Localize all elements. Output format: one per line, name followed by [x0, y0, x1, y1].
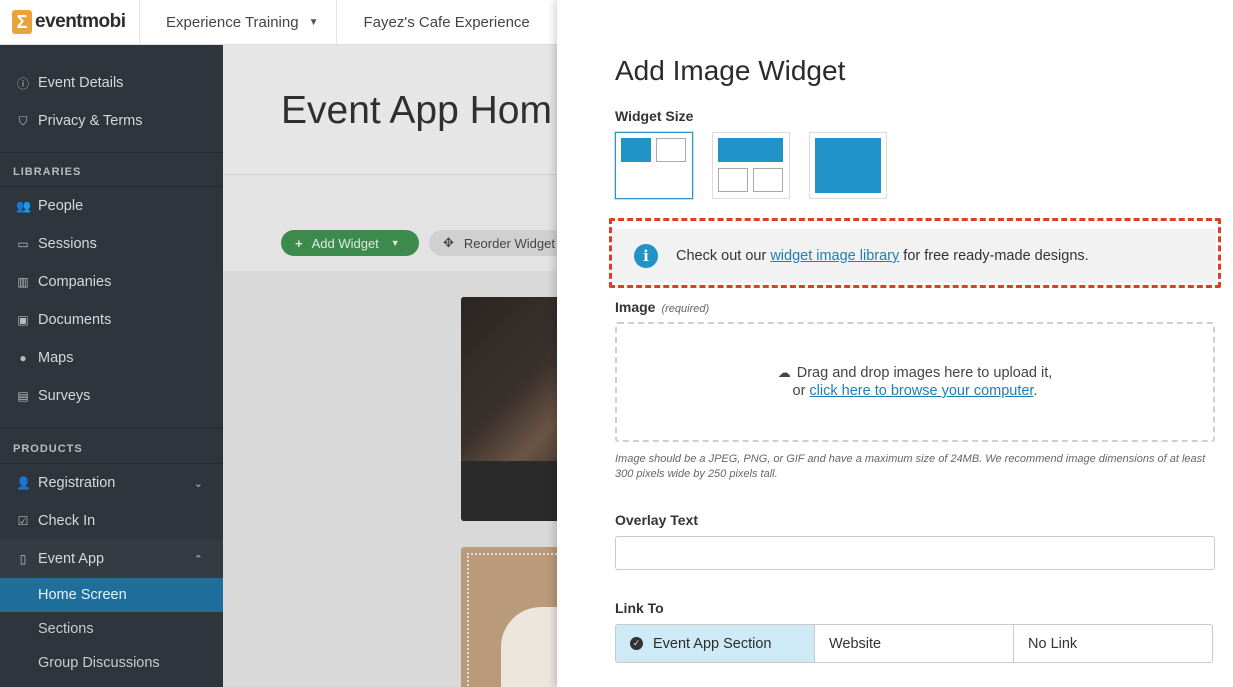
size-block — [815, 138, 881, 193]
mobile-icon: ▯ — [19, 552, 27, 566]
sidebar-item-label: Event App — [38, 551, 105, 567]
breadcrumb-organization[interactable]: Experience Training ▼ — [140, 0, 338, 45]
image-requirements-hint: Image should be a JPEG, PNG, or GIF and … — [615, 453, 1206, 480]
link-to-label: Link To — [615, 600, 664, 616]
sidebar-subitem-sections[interactable]: Sections — [0, 612, 223, 646]
move-icon: ✥ — [443, 235, 454, 250]
add-widget-button[interactable]: + Add Widget ▼ — [281, 230, 419, 256]
check-square-icon: ☑ — [17, 514, 29, 528]
clipboard-icon: ▤ — [17, 389, 29, 403]
link-to-selector: ✓ Event App Section Website No Link — [615, 624, 1213, 663]
dropzone-line-1: ☁ Drag and drop images here to upload it, — [778, 364, 1053, 382]
sidebar-item-surveys[interactable]: ▤ Surveys — [0, 377, 223, 415]
sidebar-item-check-in[interactable]: ☑ Check In — [0, 502, 223, 540]
breadcrumb-event[interactable]: Fayez's Cafe Experience — [337, 0, 547, 45]
sidebar: ⓘ Event Details ⛉ Privacy & Terms LIBRAR… — [0, 45, 223, 687]
browse-computer-link[interactable]: click here to browse your computer — [809, 383, 1033, 399]
link-option-website[interactable]: Website — [815, 625, 1014, 662]
shield-icon: ⛉ — [18, 113, 28, 128]
highlight-annotation — [609, 218, 1221, 288]
main-content: Event App Hom + Add Widget ▼ ✥ Reorder W… — [223, 45, 557, 687]
breadcrumb-label: Fayez's Cafe Experience — [363, 13, 530, 31]
sidebar-item-label: Registration — [38, 475, 116, 491]
link-option-label: Website — [829, 635, 882, 652]
link-option-event-app-section[interactable]: ✓ Event App Section — [616, 625, 815, 662]
widget-toolbar — [223, 175, 557, 271]
sidebar-item-label: Maps — [38, 350, 74, 366]
widget-size-large[interactable] — [809, 132, 887, 199]
sidebar-item-label: Event Details — [38, 75, 124, 91]
widget-footer — [461, 461, 557, 521]
sidebar-item-label: Check In — [38, 513, 96, 529]
widget-size-wide[interactable] — [712, 132, 790, 199]
caret-down-icon: ▼ — [308, 16, 319, 28]
logo-icon: Σ — [12, 10, 32, 34]
dropzone-line-2: or click here to browse your computer. — [793, 382, 1038, 400]
sidebar-item-registration[interactable]: 👤 Registration ⌄ — [0, 464, 223, 502]
map-pin-icon: ● — [19, 351, 27, 365]
image-dropzone[interactable]: ☁ Drag and drop images here to upload it,… — [615, 322, 1215, 442]
sidebar-item-documents[interactable]: ▣ Documents — [0, 301, 223, 339]
sidebar-item-label: Surveys — [38, 388, 91, 404]
users-icon: 👥 — [16, 199, 31, 213]
sidebar-item-event-details[interactable]: ⓘ Event Details — [0, 64, 223, 102]
overlay-text-label: Overlay Text — [615, 512, 699, 528]
info-circle-icon: ⓘ — [16, 76, 29, 91]
check-circle-icon: ✓ — [630, 637, 643, 650]
required-indicator: (required) — [661, 303, 710, 315]
sidebar-item-maps[interactable]: ● Maps — [0, 339, 223, 377]
sidebar-item-label: Sessions — [38, 236, 97, 252]
breadcrumb-label: Experience Training — [166, 13, 299, 31]
page-title: Event App Hom — [281, 89, 552, 132]
sidebar-subitem-home-screen[interactable]: Home Screen — [0, 578, 223, 612]
sidebar-subitem-group-discussions[interactable]: Group Discussions — [0, 646, 223, 680]
overlay-text-input[interactable] — [615, 536, 1215, 570]
chevron-up-icon: ⌃ — [193, 553, 203, 566]
dropzone-period: . — [1033, 383, 1038, 399]
widget-size-small[interactable] — [615, 132, 693, 199]
sidebar-heading-products: PRODUCTS — [0, 428, 223, 464]
link-option-label: Event App Section — [653, 635, 772, 652]
widget-image — [461, 297, 557, 461]
building-icon: ▥ — [17, 275, 29, 289]
widget-size-label: Widget Size — [615, 108, 694, 124]
size-block-empty — [753, 168, 783, 192]
drawer-title: Add Image Widget — [615, 55, 846, 86]
user-plus-icon: 👤 — [16, 476, 31, 490]
sidebar-item-companies[interactable]: ▥ Companies — [0, 263, 223, 301]
calendar-icon: ▭ — [17, 237, 29, 251]
link-option-label: No Link — [1028, 635, 1078, 652]
sidebar-item-sessions[interactable]: ▭ Sessions — [0, 225, 223, 263]
sidebar-item-label: Privacy & Terms — [38, 113, 143, 129]
sidebar-item-privacy-terms[interactable]: ⛉ Privacy & Terms — [0, 102, 223, 140]
plus-icon: + — [295, 235, 303, 251]
image-label: Image (required) — [615, 299, 709, 315]
size-block — [718, 138, 783, 162]
brand-name: eventmobi — [35, 11, 126, 32]
sidebar-item-label: Companies — [38, 274, 112, 290]
caret-down-icon: ▼ — [390, 238, 400, 248]
dropzone-text: Drag and drop images here to upload it, — [796, 365, 1053, 381]
sidebar-item-label: Documents — [38, 312, 112, 328]
dropzone-or: or — [792, 383, 810, 399]
size-block — [621, 138, 651, 162]
size-block-empty — [656, 138, 686, 162]
sidebar-item-people[interactable]: 👥 People — [0, 187, 223, 225]
chevron-down-icon: ⌄ — [193, 477, 203, 490]
briefcase-icon: ▣ — [17, 313, 29, 327]
brand-logo[interactable]: Σ eventmobi — [0, 0, 140, 45]
widget-card-image[interactable] — [461, 297, 557, 521]
image-label-text: Image — [615, 299, 656, 315]
sidebar-item-event-app[interactable]: ▯ Event App ⌃ — [0, 540, 223, 578]
sidebar-heading-libraries: LIBRARIES — [0, 153, 223, 187]
widget-card-logo[interactable] — [461, 547, 557, 687]
reorder-widgets-button[interactable]: ✥ Reorder Widget — [429, 230, 557, 256]
reorder-label: Reorder Widget — [463, 235, 555, 251]
sidebar-item-label: People — [38, 198, 84, 214]
add-image-widget-drawer: Add Image Widget Widget Size i Check out… — [557, 0, 1233, 687]
add-widget-label: Add Widget — [311, 235, 379, 251]
link-option-no-link[interactable]: No Link — [1014, 625, 1212, 662]
cloud-upload-icon: ☁ — [777, 365, 791, 380]
size-block-empty — [718, 168, 748, 192]
